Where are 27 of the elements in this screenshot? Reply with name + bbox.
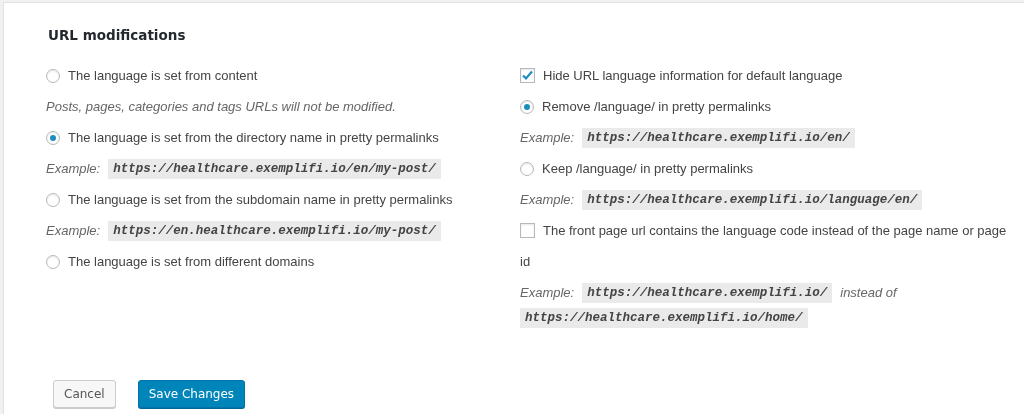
example-label: Example: bbox=[520, 285, 575, 300]
example-label: Example: bbox=[46, 223, 101, 238]
option-label: The language is set from the directory name in pretty permalinks bbox=[68, 130, 439, 145]
section-title: URL modifications bbox=[48, 27, 187, 43]
cancel-button[interactable]: Cancel bbox=[53, 380, 116, 408]
option-label: Keep /language/ in pretty permalinks bbox=[542, 161, 753, 176]
save-button[interactable]: Save Changes bbox=[137, 380, 246, 408]
description-text: Posts, pages, categories and tags URLs will not be modified. bbox=[46, 99, 396, 114]
option-label: The language is set from the subdomain name in pretty permalinks bbox=[68, 192, 453, 207]
option-label: The language is set from content bbox=[68, 68, 258, 83]
example-url: https://healthcare.exemplifi.io/ bbox=[582, 282, 833, 303]
example-label: Example: bbox=[520, 130, 575, 145]
example-label: Example: bbox=[46, 161, 101, 176]
option-label: The language is set from different domains bbox=[68, 254, 315, 269]
option-label: Hide URL language information for default language bbox=[543, 68, 843, 83]
example-url: https://healthcare.exemplifi.io/en/my-post/ bbox=[108, 158, 441, 179]
option-label: id bbox=[520, 254, 531, 269]
description-text: instead of bbox=[840, 285, 897, 300]
option-label: The front page url contains the language code instead of the page name or page bbox=[543, 223, 1007, 238]
example-url: https://healthcare.exemplifi.io/en/ bbox=[582, 127, 855, 148]
example-url: https://en.healthcare.exemplifi.io/my-post/ bbox=[108, 220, 441, 241]
checkbox[interactable] bbox=[520, 223, 535, 238]
checkbox[interactable] bbox=[520, 68, 535, 83]
example-url: https://healthcare.exemplifi.io/home/ bbox=[520, 308, 808, 328]
option-label: Remove /language/ in pretty permalinks bbox=[542, 99, 772, 114]
example-url: https://healthcare.exemplifi.io/language/en/ bbox=[582, 189, 923, 210]
example-label: Example: bbox=[520, 192, 575, 207]
